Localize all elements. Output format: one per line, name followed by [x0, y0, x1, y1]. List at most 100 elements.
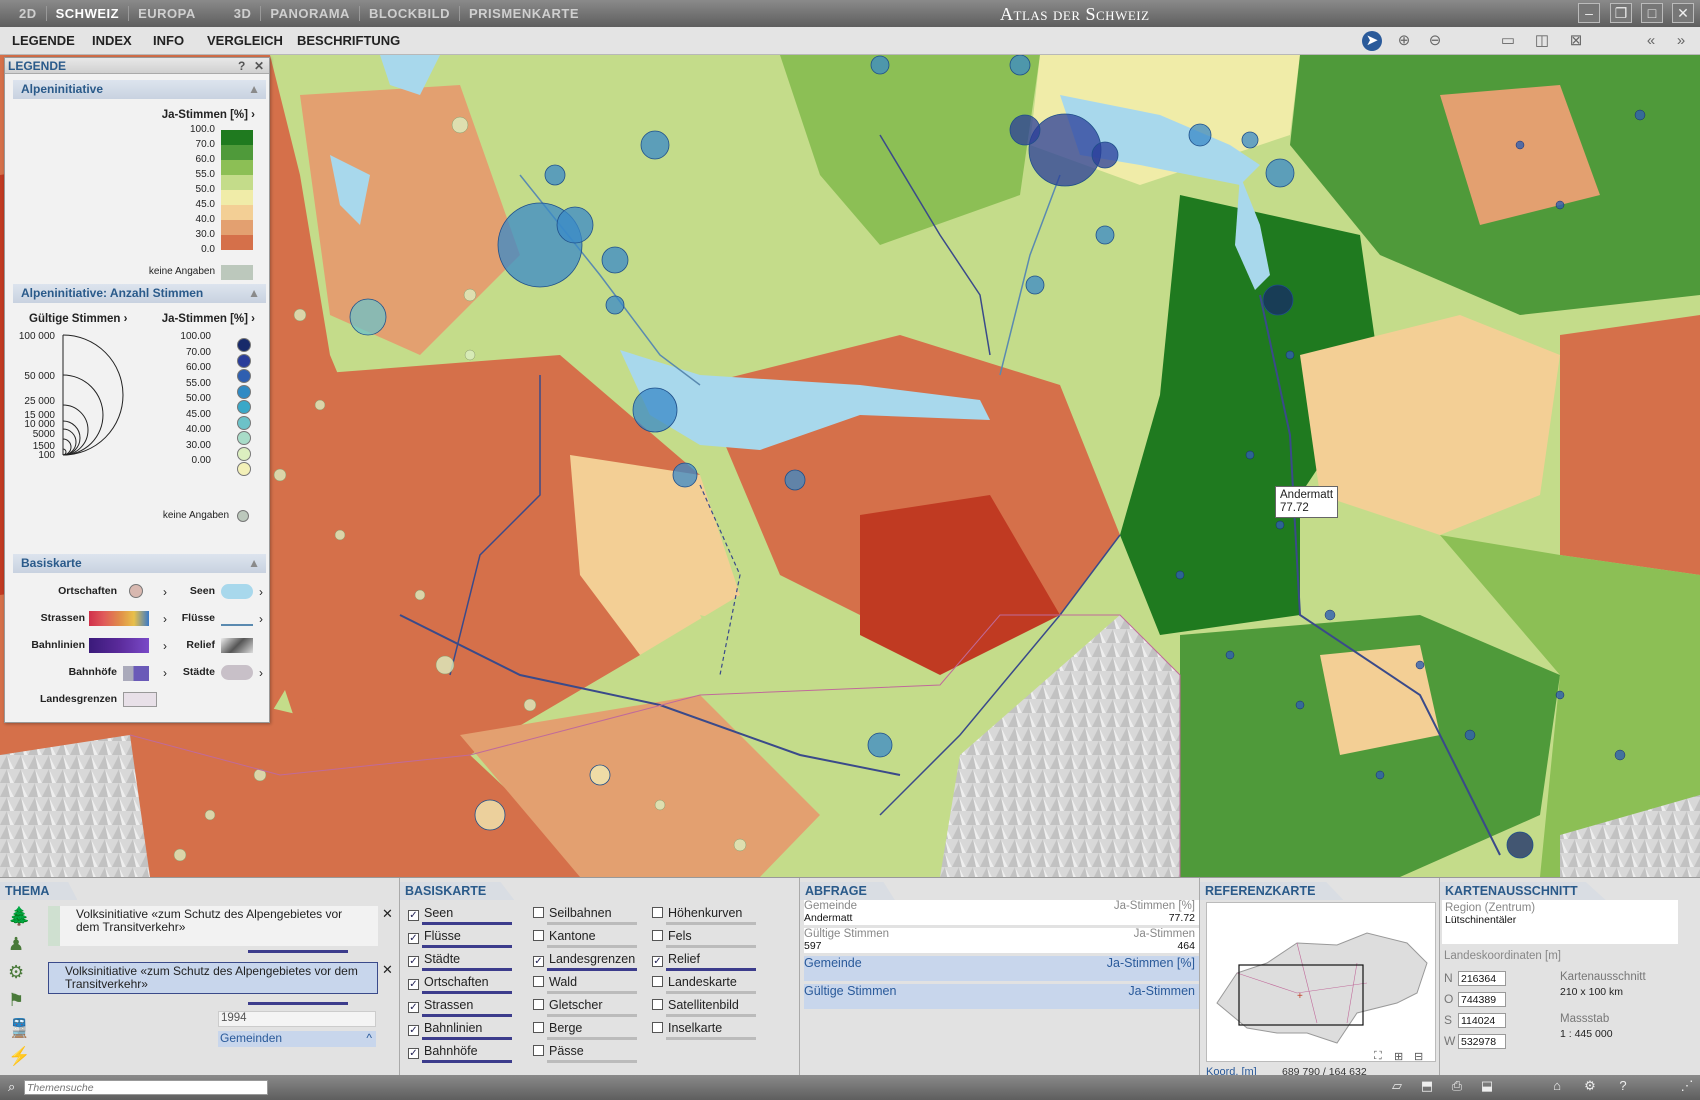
basiskarte-checkbox[interactable]: Gletscher	[533, 998, 603, 1012]
tab-2d[interactable]: 2D	[10, 6, 47, 21]
tab-blockbild[interactable]: BLOCKBILD	[360, 6, 460, 21]
legend-panel[interactable]: LEGENDE ? ✕ Alpeninitiative ▲ Ja-Stimmen …	[4, 57, 270, 723]
seen-expand-icon[interactable]: ›	[259, 585, 263, 599]
checkbox-box[interactable]	[652, 907, 663, 918]
transport-icon[interactable]: 🚆	[8, 1018, 32, 1039]
opacity-slider[interactable]	[422, 945, 512, 948]
bahnhoefe-expand-icon[interactable]: ›	[163, 666, 167, 680]
ja-stimmen-header[interactable]: Ja-Stimmen [%] ›	[155, 109, 255, 121]
menu-info[interactable]: INFO	[153, 33, 184, 48]
checkbox-box[interactable]: ✓	[408, 933, 419, 944]
opacity-slider[interactable]	[666, 1037, 756, 1040]
checkbox-box[interactable]: ✓	[408, 1048, 419, 1059]
collapse-up-icon[interactable]: ▲	[248, 554, 260, 573]
basiskarte-checkbox[interactable]: ✓ Flüsse	[408, 929, 461, 944]
checkbox-box[interactable]	[652, 999, 663, 1010]
collapse-up-icon[interactable]: ▲	[248, 80, 260, 99]
checkbox-box[interactable]	[533, 930, 544, 941]
staedte-expand-icon[interactable]: ›	[259, 666, 263, 680]
home-icon[interactable]: ⌂	[1547, 1078, 1567, 1096]
checkbox-box[interactable]: ✓	[408, 1025, 419, 1036]
basiskarte-checkbox[interactable]: Höhenkurven	[652, 906, 742, 920]
checkbox-box[interactable]: ✓	[408, 956, 419, 967]
compare-off-icon[interactable]: ⊠	[1565, 31, 1587, 51]
thema-item-1[interactable]: Volksinitiative «zum Schutz des Alpengeb…	[48, 906, 378, 946]
legend-help-button[interactable]: ?	[238, 58, 245, 74]
collapse-right-icon[interactable]: »	[1670, 31, 1692, 51]
checkbox-box[interactable]	[652, 1022, 663, 1033]
opacity-slider[interactable]	[547, 968, 637, 971]
basiskarte-checkbox[interactable]: ✓ Landesgrenzen	[533, 952, 635, 967]
coord-s-input[interactable]	[1458, 1013, 1506, 1028]
basiskarte-checkbox[interactable]: ✓ Bahnhöfe	[408, 1044, 478, 1059]
opacity-slider[interactable]	[422, 991, 512, 994]
strassen-expand-icon[interactable]: ›	[163, 612, 167, 626]
thema-item-2[interactable]: Volksinitiative «zum Schutz des Alpengeb…	[48, 962, 378, 994]
basiskarte-checkbox[interactable]: Pässe	[533, 1044, 584, 1058]
legend-header[interactable]: LEGENDE ? ✕	[5, 58, 269, 74]
checkbox-box[interactable]	[533, 999, 544, 1010]
menu-index[interactable]: INDEX	[92, 33, 132, 48]
opacity-slider[interactable]	[547, 1037, 637, 1040]
basiskarte-checkbox[interactable]: ✓ Städte	[408, 952, 460, 967]
topic-search-input[interactable]	[24, 1080, 268, 1095]
legend-section-anzahl-stimmen[interactable]: Alpeninitiative: Anzahl Stimmen ▲	[13, 284, 266, 303]
year-select[interactable]: 1994	[218, 1011, 376, 1027]
basiskarte-checkbox[interactable]: Wald	[533, 975, 577, 989]
legend-section-alpeninitiative[interactable]: Alpeninitiative ▲	[13, 80, 266, 99]
thema-item-1-close-icon[interactable]: ✕	[382, 906, 393, 922]
help-icon[interactable]: ?	[1613, 1078, 1633, 1096]
checkbox-box[interactable]: ✓	[408, 910, 419, 921]
basiskarte-checkbox[interactable]: Landeskarte	[652, 975, 737, 989]
basiskarte-checkbox[interactable]: ✓ Bahnlinien	[408, 1021, 482, 1036]
basiskarte-checkbox[interactable]: Seilbahnen	[533, 906, 612, 920]
abfrage-row-4[interactable]: Gültige Stimmen Ja-Stimmen	[804, 984, 1199, 1009]
close-button[interactable]: ✕	[1672, 3, 1694, 23]
basiskarte-checkbox[interactable]: Satellitenbild	[652, 998, 739, 1012]
checkbox-box[interactable]: ✓	[408, 1002, 419, 1013]
basiskarte-checkbox[interactable]: ✓ Relief	[652, 952, 700, 967]
checkbox-box[interactable]	[533, 907, 544, 918]
gueltige-stimmen-header[interactable]: Gültige Stimmen ›	[29, 313, 127, 325]
thema-item-2-close-icon[interactable]: ✕	[382, 962, 393, 978]
bahnlinien-expand-icon[interactable]: ›	[163, 639, 167, 653]
reference-map[interactable]: +	[1206, 902, 1436, 1062]
open-icon[interactable]: ▱	[1387, 1078, 1407, 1096]
tab-prismenkarte[interactable]: PRISMENKARTE	[460, 6, 588, 21]
thema-item-2-slider[interactable]	[248, 1002, 348, 1005]
basiskarte-checkbox[interactable]: ✓ Ortschaften	[408, 975, 489, 990]
checkbox-box[interactable]	[533, 1022, 544, 1033]
tab-3d[interactable]: 3D	[225, 6, 262, 21]
checkbox-box[interactable]: ✓	[533, 956, 544, 967]
society-icon[interactable]: ♟	[8, 934, 32, 955]
coord-n-input[interactable]	[1458, 971, 1506, 986]
save-icon[interactable]: ⬒	[1417, 1078, 1437, 1096]
zoom-out-icon[interactable]: ⊖	[1424, 31, 1446, 51]
basiskarte-checkbox[interactable]: Fels	[652, 929, 692, 943]
tab-europa[interactable]: EUROPA	[129, 6, 205, 21]
opacity-slider[interactable]	[547, 991, 637, 994]
opacity-slider[interactable]	[422, 922, 512, 925]
opacity-slider[interactable]	[666, 945, 756, 948]
opacity-slider[interactable]	[666, 968, 756, 971]
politics-icon[interactable]: ⚑	[8, 990, 32, 1011]
coord-w-input[interactable]	[1458, 1034, 1506, 1049]
opacity-slider[interactable]	[422, 1014, 512, 1017]
maximize-button[interactable]: □	[1641, 3, 1663, 23]
energy-icon[interactable]: ⚡	[8, 1046, 32, 1067]
zoom-minus-icon[interactable]: ⊟	[1414, 1050, 1423, 1063]
coord-o-input[interactable]	[1458, 992, 1506, 1007]
menu-vergleich[interactable]: VERGLEICH	[207, 33, 283, 48]
split-vertical-icon[interactable]: ◫	[1531, 31, 1553, 51]
opacity-slider[interactable]	[422, 1037, 512, 1040]
opacity-slider[interactable]	[666, 922, 756, 925]
print-icon[interactable]: ⎙	[1447, 1078, 1467, 1096]
menu-legende[interactable]: LEGENDE	[12, 33, 75, 48]
settings-icon[interactable]: ⚙	[1580, 1078, 1600, 1096]
ja-stimmen-circle-header[interactable]: Ja-Stimmen [%] ›	[155, 313, 255, 325]
restore-button[interactable]: ❐	[1610, 3, 1632, 23]
basiskarte-checkbox[interactable]: ✓ Seen	[408, 906, 453, 921]
opacity-slider[interactable]	[666, 991, 756, 994]
checkbox-box[interactable]	[533, 976, 544, 987]
opacity-slider[interactable]	[547, 922, 637, 925]
